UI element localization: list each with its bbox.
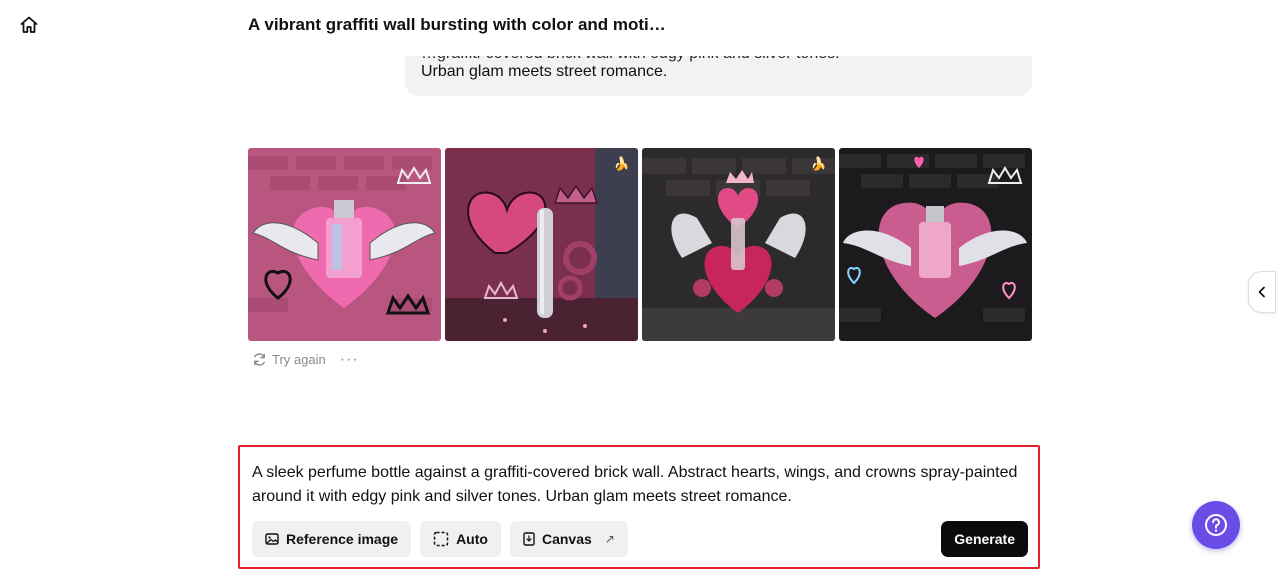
- result-actions: Try again ···: [252, 351, 359, 367]
- aspect-ratio-icon: [433, 531, 449, 547]
- reference-image-button[interactable]: Reference image: [252, 521, 412, 557]
- refresh-icon: [254, 353, 265, 366]
- canvas-button[interactable]: Canvas ↗: [509, 521, 628, 557]
- auto-ratio-button[interactable]: Auto: [420, 521, 501, 557]
- reference-image-label: Reference image: [286, 531, 399, 547]
- home-button[interactable]: [16, 12, 42, 38]
- prompt-input[interactable]: A sleek perfume bottle against a graffit…: [252, 461, 1022, 509]
- side-panel-toggle[interactable]: [1248, 271, 1276, 313]
- auto-label: Auto: [456, 531, 488, 547]
- chevron-left-icon: [1258, 286, 1265, 298]
- banana-icon: 🍌: [613, 156, 631, 171]
- generated-image-3[interactable]: 🍌: [642, 148, 835, 341]
- generated-image-4[interactable]: [839, 148, 1032, 341]
- try-again-button[interactable]: Try again: [252, 352, 326, 367]
- message-line: Urban glam meets street romance.: [421, 63, 668, 80]
- canvas-icon: [523, 532, 535, 546]
- more-options-button[interactable]: ···: [340, 351, 359, 367]
- canvas-label: Canvas: [541, 531, 592, 547]
- page-title: A vibrant graffiti wall bursting with co…: [248, 15, 666, 34]
- try-again-label: Try again: [272, 352, 326, 367]
- image-gallery: 🍌 🍌: [248, 148, 1032, 341]
- generated-image-2[interactable]: 🍌: [445, 148, 638, 341]
- home-icon: [20, 16, 38, 33]
- user-message-bubble: …graffiti-covered brick wall with edgy p…: [405, 50, 1032, 96]
- external-link-icon: ↗: [604, 532, 615, 546]
- composer-toolbar: Reference image Auto Canvas ↗: [252, 521, 628, 557]
- question-icon: [1205, 514, 1227, 536]
- prompt-composer: A sleek perfume bottle against a graffit…: [238, 445, 1040, 569]
- generate-button[interactable]: Generate: [941, 521, 1028, 557]
- image-icon: [265, 533, 279, 545]
- help-button[interactable]: [1192, 501, 1240, 549]
- generated-image-1[interactable]: [248, 148, 441, 341]
- page: …graffiti-covered brick wall with edgy p…: [0, 0, 1280, 588]
- banana-icon: 🍌: [810, 156, 828, 171]
